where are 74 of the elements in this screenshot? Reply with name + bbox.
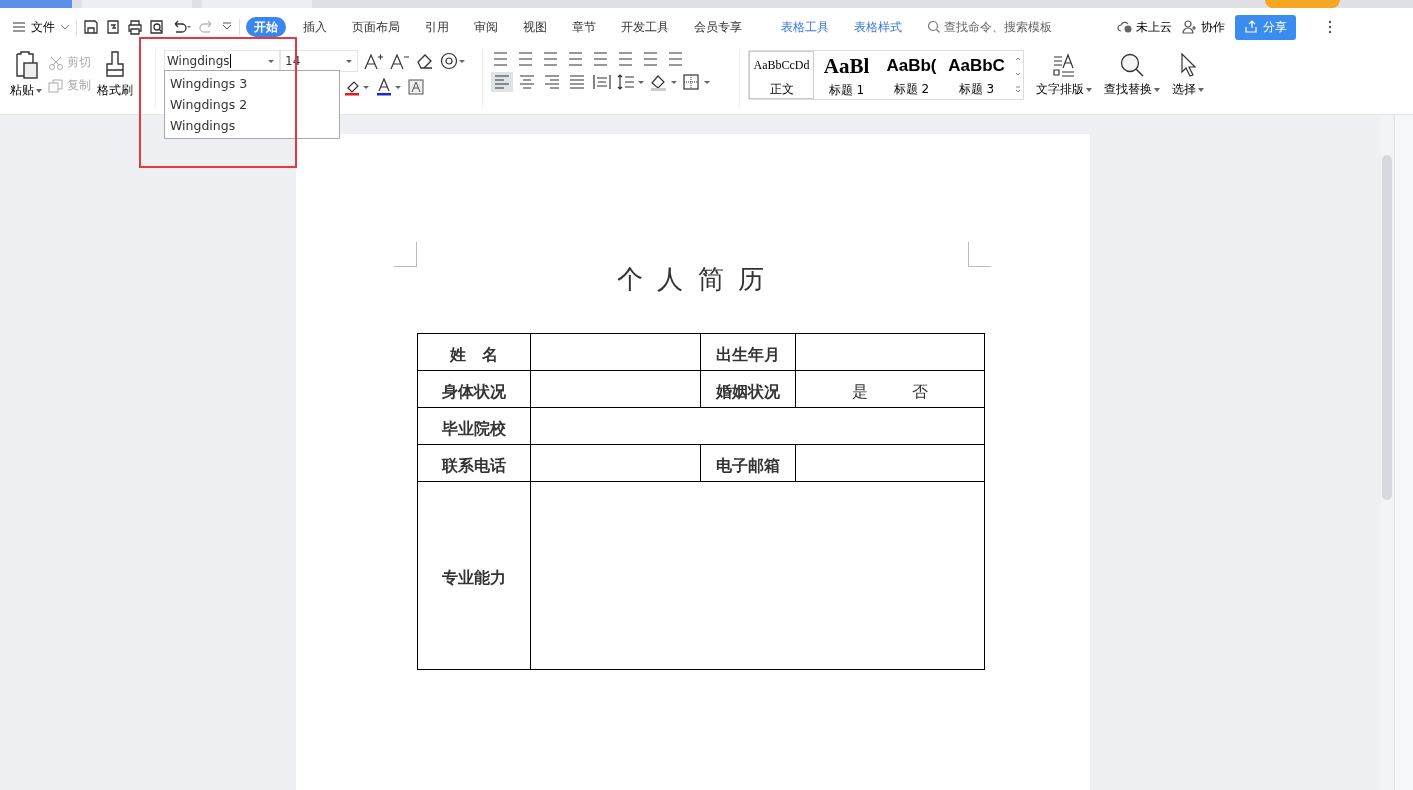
style-option[interactable]: AaBb( 标题 2 <box>879 51 944 99</box>
table-cell: 专业能力 <box>417 481 530 670</box>
paste-button[interactable]: 粘贴 <box>8 50 44 108</box>
borders-icon[interactable] <box>682 72 712 92</box>
ribbon-tab[interactable]: 视图 <box>515 17 555 37</box>
caret-icon <box>1154 87 1160 92</box>
style-option[interactable]: AaBbC 标题 3 <box>944 51 1009 99</box>
preview-icon[interactable] <box>149 19 165 35</box>
more-icon[interactable] <box>1328 20 1332 34</box>
cloud-icon <box>1117 20 1133 34</box>
style-option[interactable]: AaBl 标题 1 <box>814 51 879 99</box>
ribbon-tab[interactable]: 章节 <box>564 17 604 37</box>
table-cell: 出生年月 <box>700 333 795 371</box>
font-name-field[interactable]: Wingdings <box>164 50 280 72</box>
phonetic-icon[interactable] <box>440 52 466 70</box>
tool-button[interactable]: 选择 <box>1170 50 1206 100</box>
table-cell: 联系电话 <box>417 444 530 482</box>
caret-icon <box>1198 87 1204 92</box>
align-left-icon[interactable] <box>491 72 513 92</box>
table-cell: 身体状况 <box>417 370 530 408</box>
ribbon-tab[interactable]: 表格工具 <box>773 17 837 37</box>
print-icon[interactable] <box>127 19 143 35</box>
share-icon <box>1244 20 1258 34</box>
ribbon-tab[interactable]: 会员专享 <box>686 17 750 37</box>
clipboard-icon <box>13 50 39 80</box>
file-menu[interactable]: 文件 <box>12 18 77 36</box>
document-title: 个 人 简 历 <box>615 264 770 296</box>
table-cell: 婚姻状况 <box>700 370 795 408</box>
shrink-font-icon[interactable] <box>390 52 410 70</box>
ribbon-tab[interactable]: 页面布局 <box>344 17 408 37</box>
search-icon <box>1119 52 1145 78</box>
ribbon-tab[interactable]: 审阅 <box>466 17 506 37</box>
search-icon <box>927 20 941 34</box>
table-cell: 毕业院校 <box>417 407 530 445</box>
font-option[interactable]: Wingdings 2 <box>165 94 339 115</box>
table-cell: 是 否 <box>795 370 984 408</box>
collaborate-button[interactable]: 协作 <box>1182 18 1225 36</box>
ribbon-tab[interactable]: 开始 <box>246 17 286 37</box>
tool-button[interactable]: 查找替换 <box>1102 50 1162 100</box>
add-user-icon <box>1182 20 1198 34</box>
ribbon-tab[interactable]: 插入 <box>295 17 335 37</box>
line-spacing-icon[interactable] <box>616 72 646 92</box>
export-icon[interactable] <box>105 19 121 35</box>
text-layout-icon <box>1051 52 1077 78</box>
scissors-icon <box>48 55 64 70</box>
style-option[interactable]: AaBbCcDd 正文 <box>749 51 814 99</box>
font-option[interactable]: Wingdings 3 <box>165 73 339 94</box>
cloud-status-button[interactable]: 未上云 <box>1117 18 1172 36</box>
ribbon-tab[interactable]: 引用 <box>417 17 457 37</box>
caret-icon <box>1086 87 1092 92</box>
chevron-down-icon <box>60 24 70 30</box>
vertical-scrollbar[interactable] <box>1381 115 1393 790</box>
crop-mark <box>967 242 991 267</box>
grow-font-icon[interactable] <box>364 52 384 70</box>
menu-icon <box>12 21 26 33</box>
ribbon-tab[interactable]: 开发工具 <box>613 17 677 37</box>
save-icon[interactable] <box>83 19 99 35</box>
search-field[interactable]: 查找命令、搜索模板 <box>927 20 1069 34</box>
copy-icon <box>48 78 64 93</box>
distribute-icon[interactable] <box>591 72 613 92</box>
ribbon-tab[interactable]: 表格样式 <box>846 17 910 37</box>
eraser-icon[interactable] <box>416 52 434 70</box>
table-cell: 电子邮箱 <box>700 444 795 482</box>
brush-icon <box>104 50 126 80</box>
font-color-icon[interactable] <box>376 78 402 96</box>
font-option[interactable]: Wingdings <box>165 115 339 136</box>
dropdown-arrow-icon <box>345 58 353 64</box>
crop-mark <box>393 242 417 267</box>
dropdown-arrow-icon <box>267 58 275 64</box>
table-cell: 姓 名 <box>417 333 530 371</box>
caret-icon <box>36 88 42 93</box>
tool-button[interactable]: 文字排版 <box>1034 50 1094 100</box>
character-shading-icon[interactable] <box>408 78 424 96</box>
format-painter-button[interactable]: 格式刷 <box>95 50 135 108</box>
